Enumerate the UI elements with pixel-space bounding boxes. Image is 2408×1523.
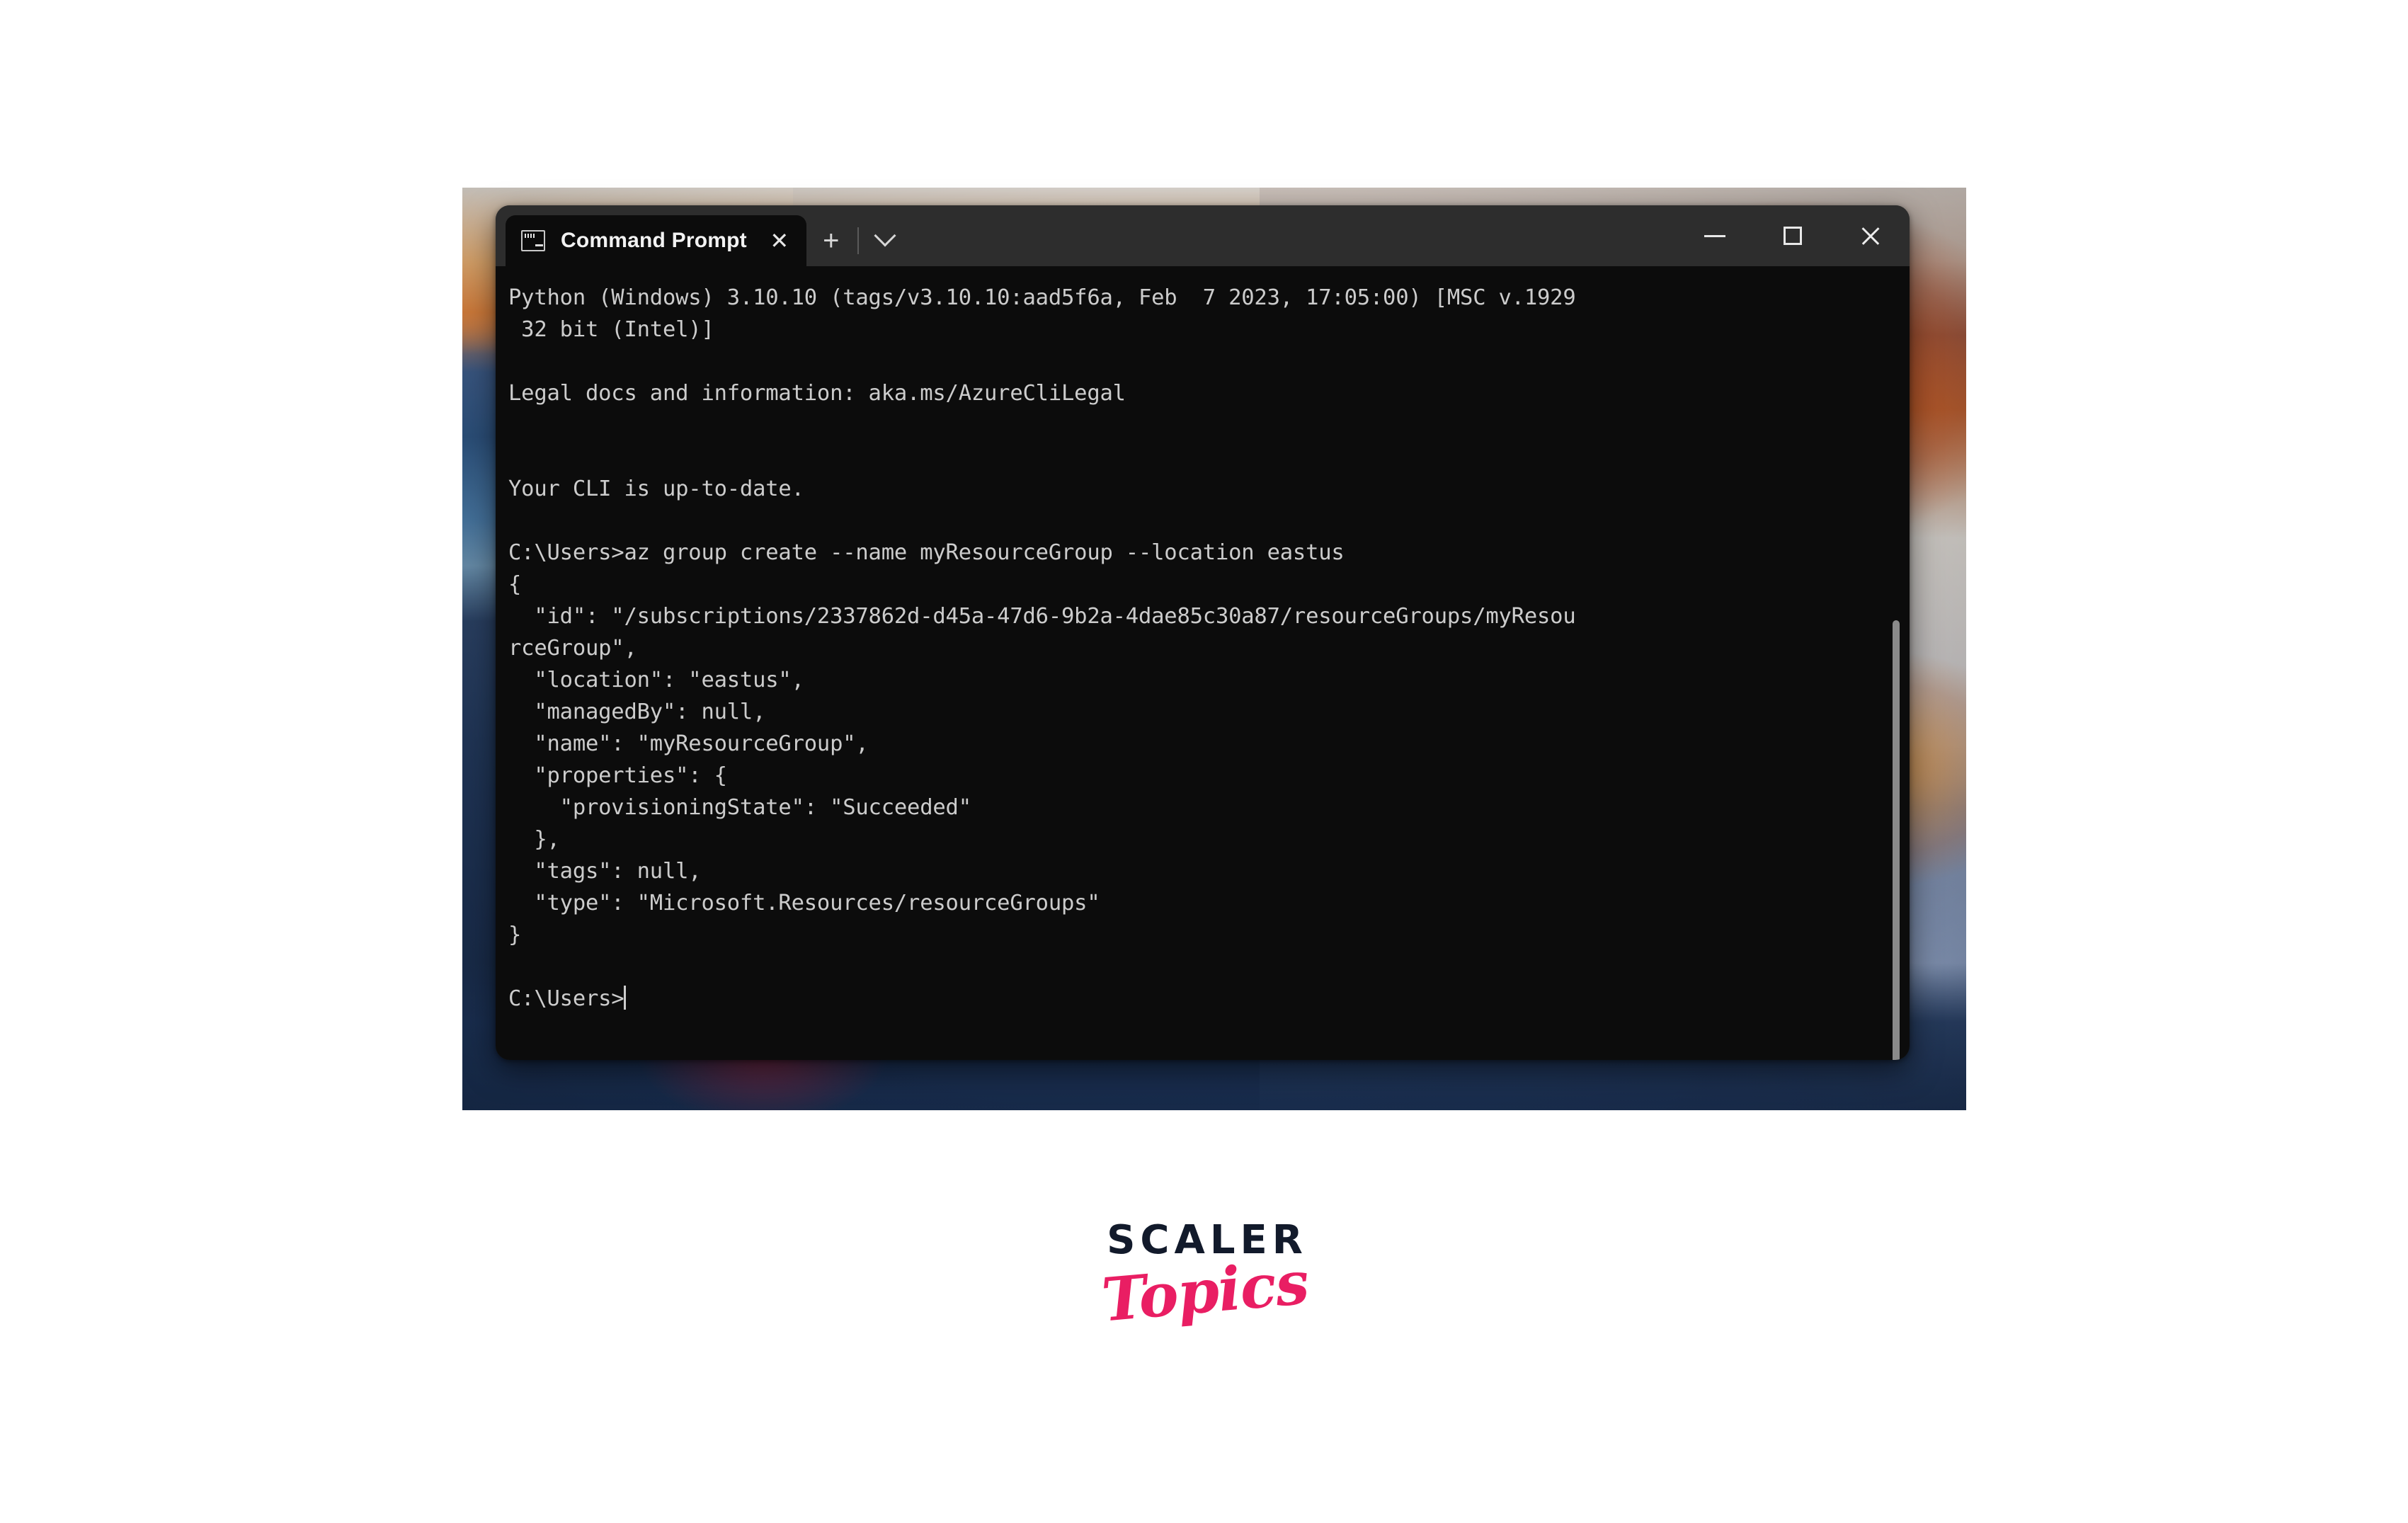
console-scrollbar[interactable] (1893, 620, 1900, 1060)
scaler-topics-logo: SCALER Topics (1085, 1221, 1325, 1362)
command-prompt-window: Command Prompt ✕ + Python (Windows) 3.10… (496, 205, 1910, 1060)
tab-actions: + (806, 215, 910, 266)
console-text: Python (Windows) 3.10.10 (tags/v3.10.10:… (508, 285, 1576, 1011)
maximize-button[interactable] (1754, 205, 1832, 266)
tab-command-prompt[interactable]: Command Prompt ✕ (506, 215, 806, 266)
chevron-down-glyph (874, 224, 896, 247)
console-output-area[interactable]: Python (Windows) 3.10.10 (tags/v3.10.10:… (496, 266, 1910, 1060)
maximize-icon (1784, 227, 1802, 245)
console-scrollbar-thumb[interactable] (1893, 620, 1900, 1060)
close-window-button[interactable] (1832, 205, 1910, 266)
minimize-icon (1704, 234, 1725, 237)
chevron-down-icon[interactable] (863, 215, 907, 266)
tab-label: Command Prompt (561, 229, 747, 252)
logo-wordmark-topics: Topics (1099, 1247, 1311, 1335)
window-titlebar[interactable]: Command Prompt ✕ + (496, 205, 1910, 266)
tab-separator (857, 227, 859, 254)
minimize-button[interactable] (1676, 205, 1754, 266)
close-tab-icon[interactable]: ✕ (763, 224, 797, 258)
text-cursor (624, 986, 627, 1010)
new-tab-icon[interactable]: + (809, 215, 853, 266)
cmd-icon (521, 230, 545, 251)
close-icon (1859, 224, 1882, 247)
page-root: Command Prompt ✕ + Python (Windows) 3.10… (0, 0, 2408, 1523)
window-controls (1676, 205, 1910, 266)
